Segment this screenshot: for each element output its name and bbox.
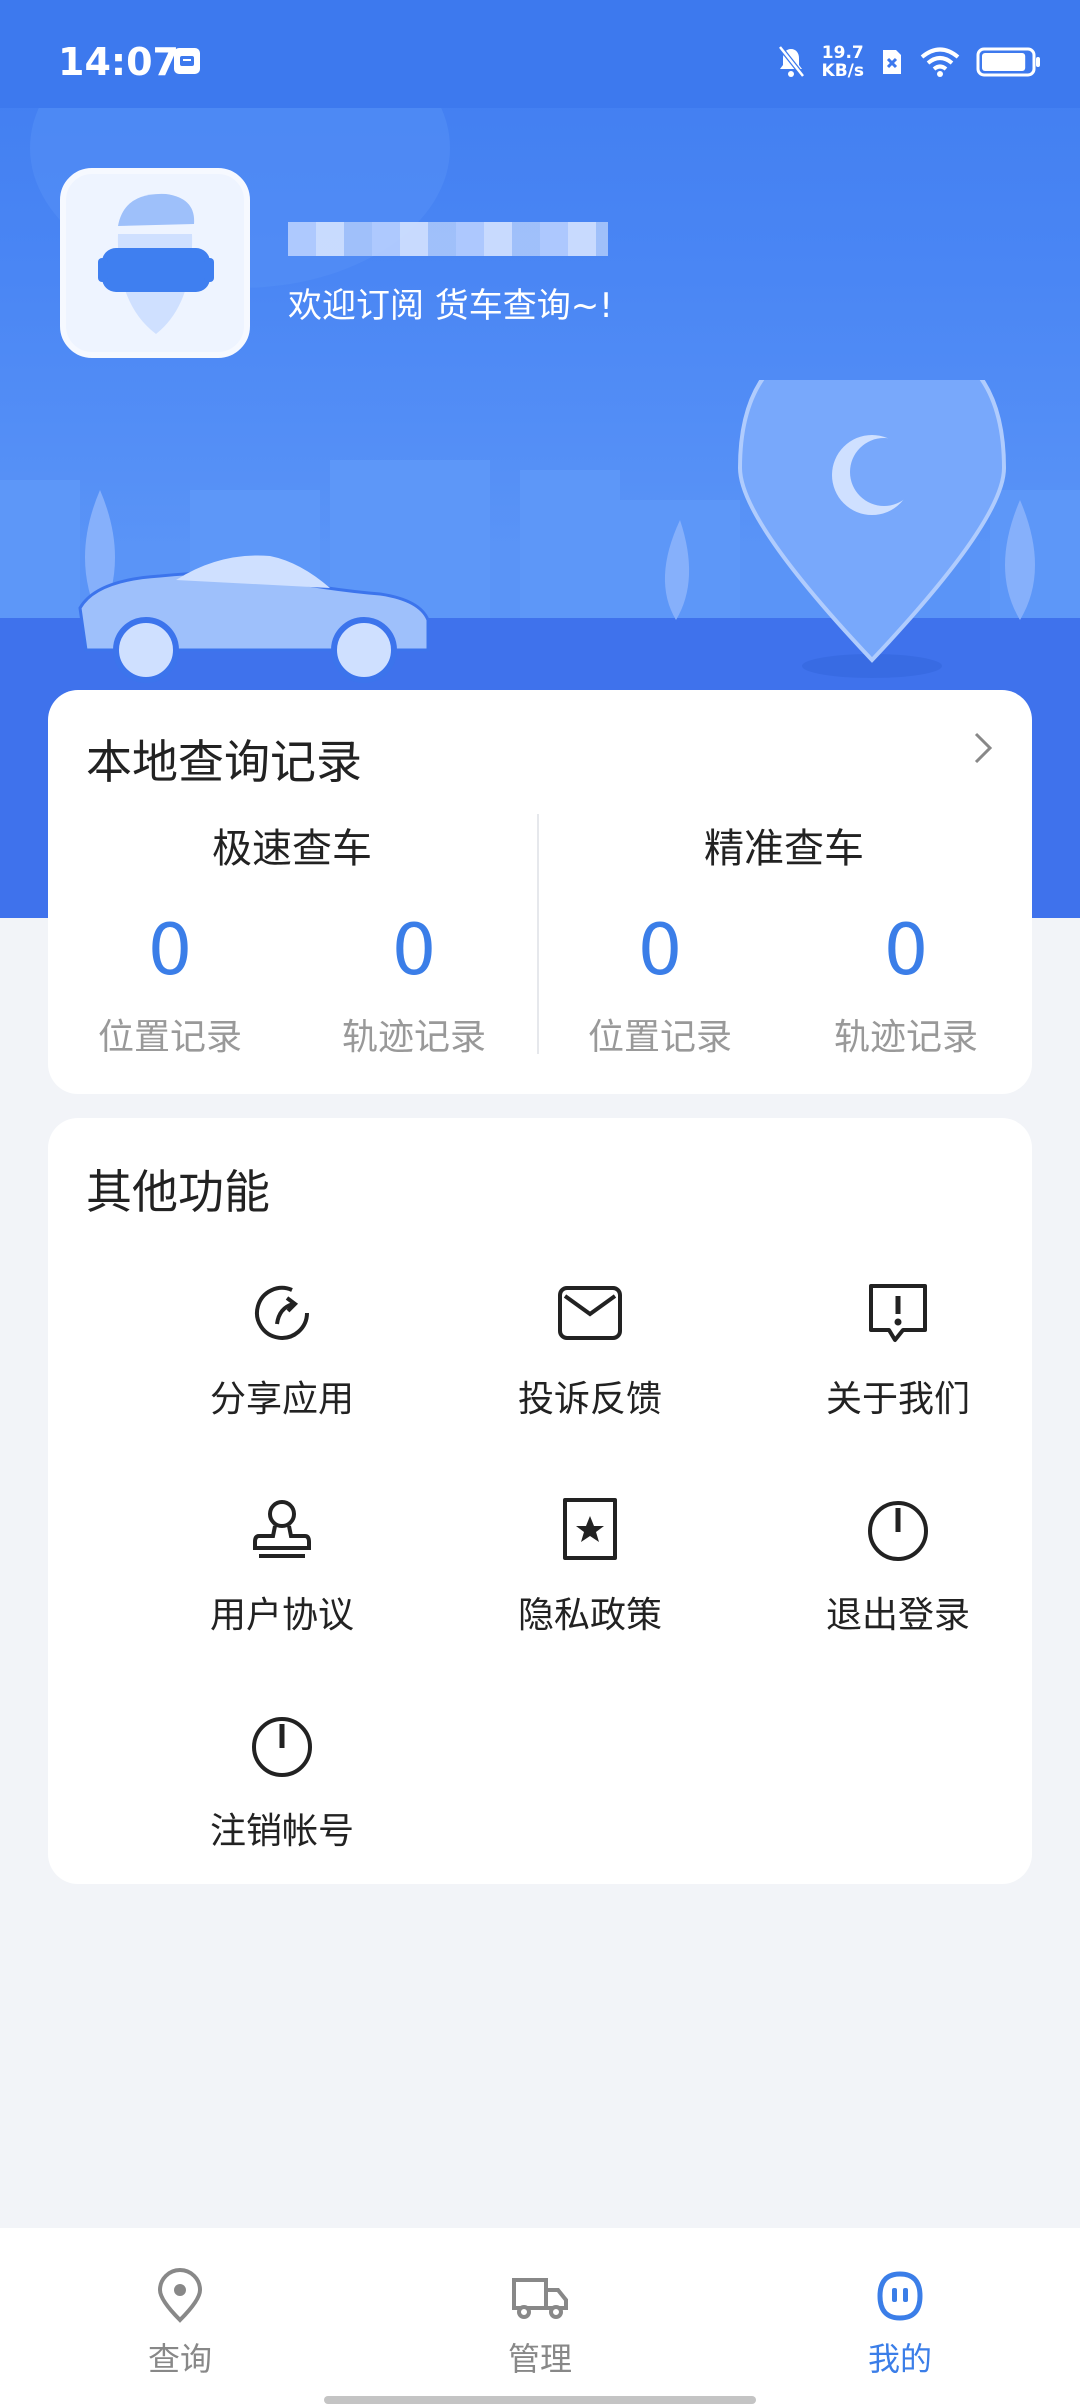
welcome-text: 欢迎订阅 货车查询~! <box>288 286 613 326</box>
power-icon <box>252 1717 312 1777</box>
other-functions-card: 其他功能 分享应用 投诉反馈 关于我们 用户协议 隐私政策 退出登录 注销帐号 <box>48 1118 1032 1884</box>
stat-label: 轨迹记录 <box>341 1017 486 1058</box>
precise-location-stat[interactable]: 0 位置记录 <box>560 910 760 1060</box>
battery-icon <box>976 47 1040 77</box>
tab-label: 查询 <box>147 2340 212 2378</box>
tab-label: 我的 <box>867 2340 932 2378</box>
stat-label: 位置记录 <box>587 1017 732 1058</box>
func-label: 投诉反馈 <box>517 1379 662 1420</box>
avatar-icon <box>98 193 214 334</box>
profile-face-icon <box>877 2271 923 2321</box>
share-icon <box>255 1285 309 1340</box>
home-indicator[interactable] <box>324 2396 756 2404</box>
stat-value: 0 <box>883 909 929 991</box>
other-functions-title: 其他功能 <box>86 1165 270 1219</box>
func-label: 分享应用 <box>209 1379 354 1420</box>
avatar[interactable] <box>60 168 250 358</box>
precise-track-stat[interactable]: 0 轨迹记录 <box>806 910 1006 1060</box>
func-label: 退出登录 <box>825 1595 970 1636</box>
tab-query[interactable]: 查询 <box>90 2268 270 2380</box>
blurred-username <box>288 222 608 256</box>
tab-mine[interactable]: 我的 <box>810 2268 990 2380</box>
fast-query-title: 极速查车 <box>212 826 372 872</box>
net-speed-unit: KB/s <box>821 61 864 81</box>
local-records-title: 本地查询记录 <box>86 735 362 789</box>
info-alert-icon <box>869 1284 927 1342</box>
fast-location-stat[interactable]: 0 位置记录 <box>70 910 270 1060</box>
func-label: 关于我们 <box>825 1379 970 1420</box>
stat-label: 位置记录 <box>97 1017 242 1058</box>
tab-label: 管理 <box>507 2340 572 2378</box>
wifi-icon <box>920 47 960 77</box>
divider <box>537 814 539 1054</box>
feedback-button[interactable]: 投诉反馈 <box>490 1278 690 1422</box>
stamp-icon <box>253 1500 311 1558</box>
location-pin-icon <box>157 2268 203 2323</box>
bottom-tab-bar: 查询 管理 我的 <box>0 2228 1080 2408</box>
local-records-card: 本地查询记录 极速查车 精准查车 0 位置记录 0 轨迹记录 0 位置记录 0 … <box>48 690 1032 1094</box>
notification-app-icon <box>174 48 200 74</box>
user-agreement-button[interactable]: 用户协议 <box>182 1494 382 1638</box>
stat-label: 轨迹记录 <box>833 1017 978 1058</box>
star-doc-icon <box>563 1498 617 1560</box>
mail-icon <box>558 1286 622 1340</box>
chevron-right-icon[interactable] <box>968 728 998 768</box>
mute-icon <box>777 45 805 78</box>
status-bar: 14:07 19.7 KB/s <box>0 0 1080 108</box>
fast-track-stat[interactable]: 0 轨迹记录 <box>314 910 514 1060</box>
power-icon <box>868 1501 928 1561</box>
status-time: 14:07 <box>58 40 179 84</box>
func-label: 用户协议 <box>209 1595 354 1636</box>
net-speed: 19.7 KB/s <box>822 44 864 80</box>
stat-value: 0 <box>637 909 683 991</box>
tab-manage[interactable]: 管理 <box>450 2268 630 2380</box>
sim-disabled-icon <box>883 50 901 74</box>
about-us-button[interactable]: 关于我们 <box>798 1278 998 1422</box>
share-app-button[interactable]: 分享应用 <box>182 1278 382 1422</box>
net-speed-value: 19.7 <box>821 43 864 63</box>
logout-button[interactable]: 退出登录 <box>798 1494 998 1638</box>
delete-account-button[interactable]: 注销帐号 <box>182 1710 382 1854</box>
func-label: 隐私政策 <box>517 1595 662 1636</box>
stat-value: 0 <box>147 909 193 991</box>
truck-icon <box>512 2278 568 2319</box>
stat-value: 0 <box>391 909 437 991</box>
privacy-policy-button[interactable]: 隐私政策 <box>490 1494 690 1638</box>
precise-query-title: 精准查车 <box>704 826 864 872</box>
func-label: 注销帐号 <box>209 1811 354 1852</box>
